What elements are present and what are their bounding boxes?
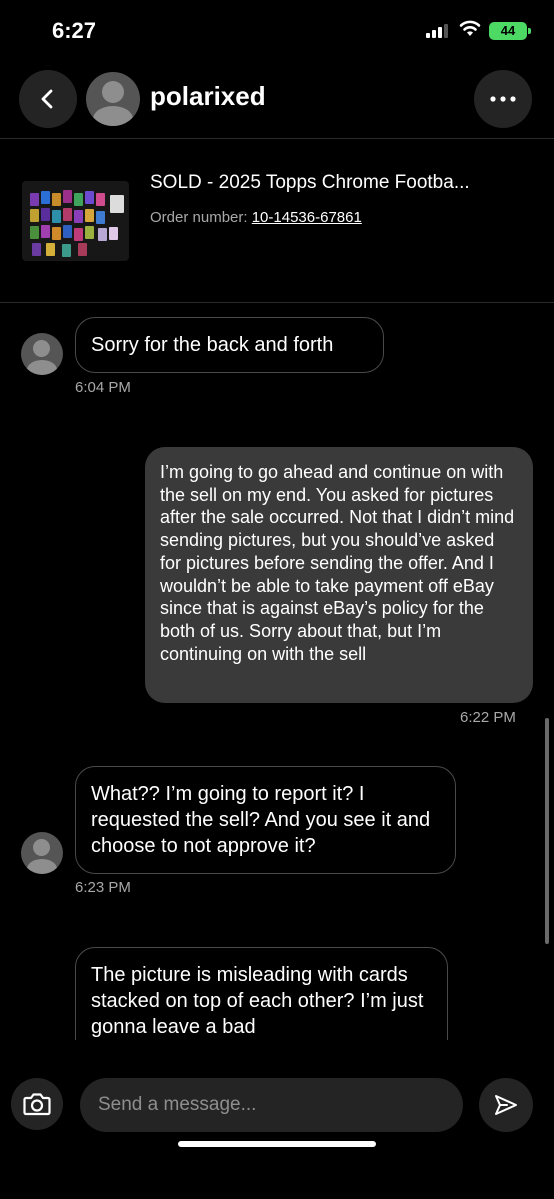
camera-icon [23, 1093, 51, 1116]
conversation-header: polarixed [0, 68, 554, 138]
message-time: 6:04 PM [75, 379, 131, 396]
back-button[interactable] [19, 70, 77, 128]
sender-avatar [21, 832, 63, 874]
sender-avatar [21, 333, 63, 375]
message-time: 6:23 PM [75, 879, 131, 896]
home-indicator [178, 1141, 376, 1147]
order-number: Order number: 10-14536-67861 [150, 209, 362, 226]
message-time: 6:22 PM [460, 709, 516, 726]
item-thumbnail[interactable] [22, 181, 129, 261]
send-icon [495, 1095, 517, 1115]
back-arrow-icon [41, 89, 53, 109]
send-button[interactable] [479, 1078, 533, 1132]
status-bar: 6:27 44 [0, 0, 554, 60]
message-bubble: What?? I’m going to report it? I request… [75, 766, 456, 874]
order-number-label: Order number: [150, 209, 252, 226]
username[interactable]: polarixed [150, 81, 266, 112]
message-bubble: Sorry for the back and forth [75, 317, 384, 373]
message-composer [0, 1040, 554, 1199]
status-time: 6:27 [52, 18, 97, 43]
message-bubble: I’m going to go ahead and continue on wi… [145, 447, 533, 703]
signal-icon [426, 24, 450, 38]
wifi-icon [458, 18, 482, 38]
scrollbar[interactable] [545, 718, 549, 944]
divider [0, 302, 554, 303]
more-button[interactable] [474, 70, 532, 128]
message-input[interactable] [80, 1078, 463, 1132]
order-title[interactable]: SOLD - 2025 Topps Chrome Footba... [150, 172, 470, 194]
more-icon [490, 96, 516, 102]
order-summary[interactable]: SOLD - 2025 Topps Chrome Footba... Order… [0, 140, 554, 302]
battery-icon: 44 [489, 22, 531, 40]
divider [0, 138, 554, 139]
avatar[interactable] [86, 72, 140, 126]
order-number-link[interactable]: 10-14536-67861 [252, 209, 362, 226]
camera-button[interactable] [11, 1078, 63, 1130]
